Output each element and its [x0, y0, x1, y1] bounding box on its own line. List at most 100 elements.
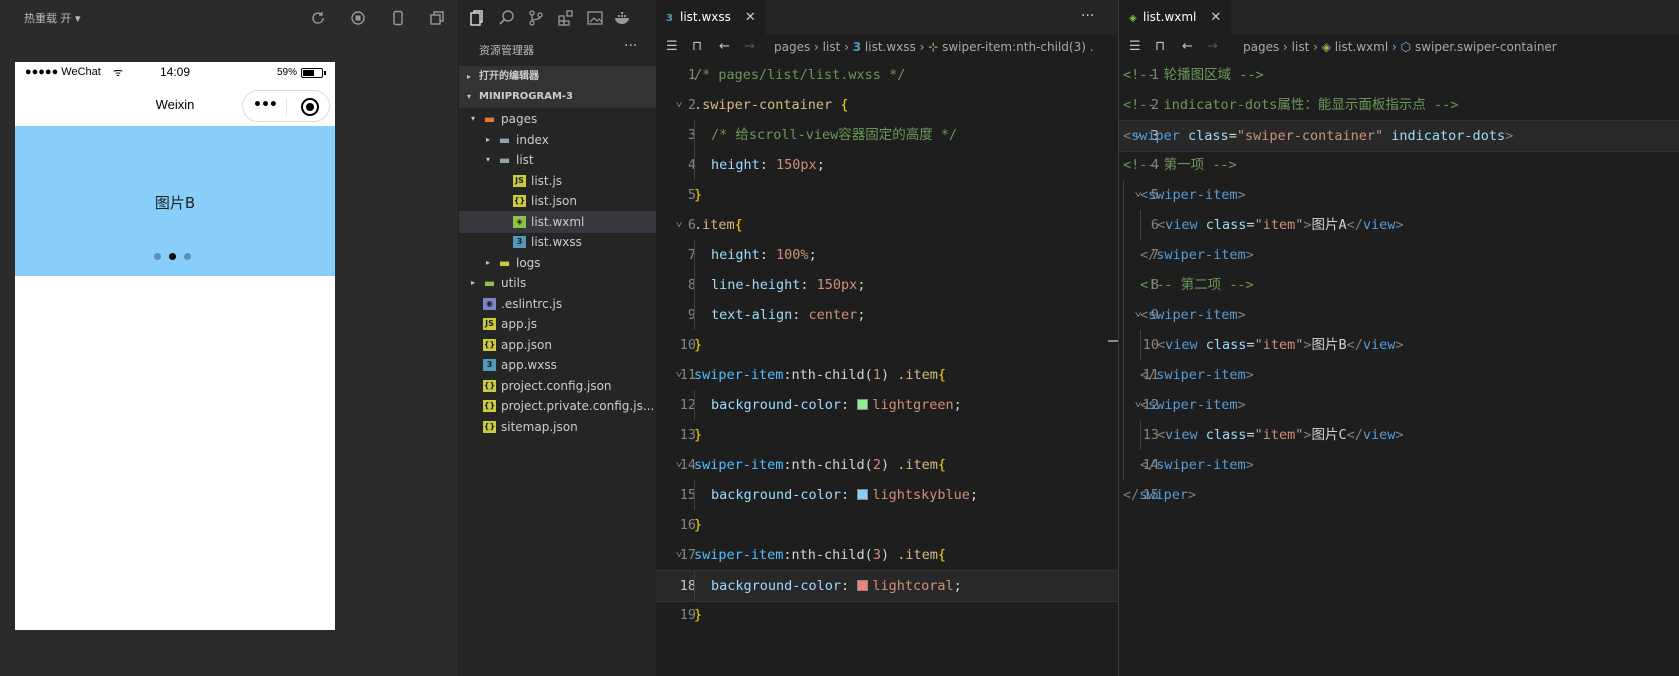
fold-chevron-icon[interactable]: ˅ [676, 210, 682, 240]
code-line[interactable]: 12 background-color: lightgreen; [656, 390, 1118, 422]
code-line[interactable]: 18 background-color: lightcoral; [656, 570, 1118, 602]
chevron-right-icon[interactable]: ▸ [486, 252, 490, 274]
breadcrumb-item[interactable]: swiper-item:nth-child(3) . [942, 40, 1093, 54]
extensions-icon[interactable] [557, 9, 575, 27]
tab-list-wxml[interactable]: ◈ list.wxml ✕ [1119, 0, 1232, 35]
forward-arrow-icon[interactable]: → [744, 35, 755, 59]
tree-item[interactable]: ▾ ▬ pages [459, 108, 656, 130]
hot-reload-toggle[interactable]: 热重载 开 ▾ [24, 10, 81, 26]
code-line[interactable]: 7 height: 100%; [656, 240, 1118, 272]
chevron-down-icon[interactable]: ▾ [471, 108, 475, 130]
more-icon[interactable]: ••• [253, 97, 278, 113]
explorer-more-button[interactable]: ··· [624, 38, 637, 54]
project-section[interactable]: ▾ MINIPROGRAM-3 [459, 86, 656, 108]
breadcrumb-item[interactable]: swiper.swiper-container [1415, 40, 1557, 54]
fold-chevron-icon[interactable]: ˅ [676, 450, 682, 480]
tree-item[interactable]: JS list.js [459, 170, 656, 192]
breadcrumb-item[interactable]: list.wxml [1335, 40, 1388, 54]
code-line[interactable]: 15 </swiper> [1119, 480, 1679, 512]
files-icon[interactable] [468, 9, 486, 27]
code-line[interactable]: 10 <view class="item">图片B</view> [1119, 330, 1679, 362]
code-line[interactable]: 4 height: 150px; [656, 150, 1118, 182]
breadcrumb-item[interactable]: pages [774, 40, 810, 54]
bookmark-icon[interactable]: ⊓ [692, 35, 702, 59]
code-line[interactable]: 2 <!-- indicator-dots属性：能显示面板指示点 --> [1119, 90, 1679, 122]
code-line[interactable]: 2 ˅ .swiper-container { [656, 90, 1118, 122]
code-line[interactable]: 5 ˅ <swiper-item> [1119, 180, 1679, 212]
docker-icon[interactable] [614, 9, 632, 27]
tree-item[interactable]: ▸ ▬ utils [459, 272, 656, 294]
outline-icon[interactable]: ☰ [1129, 35, 1141, 59]
code-line[interactable]: 6 ˅ .item{ [656, 210, 1118, 242]
bookmark-icon[interactable]: ⊓ [1155, 35, 1165, 59]
source-control-icon[interactable] [527, 9, 545, 27]
code-line[interactable]: 13 <view class="item">图片C</view> [1119, 420, 1679, 452]
scrollbar[interactable] [1108, 60, 1118, 676]
code-line[interactable]: 12 ˅ <swiper-item> [1119, 390, 1679, 422]
tree-item[interactable]: ◈ list.wxml [459, 210, 656, 233]
code-line[interactable]: 3 /* 给scroll-view容器固定的高度 */ [656, 120, 1118, 152]
tree-item[interactable]: 3 list.wxss [459, 231, 656, 253]
fold-chevron-icon[interactable]: ˅ [676, 540, 682, 570]
code-line[interactable]: 13} [656, 420, 1118, 452]
tree-item[interactable]: ▸ ▬ index [459, 129, 656, 151]
code-line[interactable]: 4 <!-- 第一项 --> [1119, 150, 1679, 182]
open-editors-section[interactable]: ▸ 打开的编辑器 [459, 66, 656, 88]
back-arrow-icon[interactable]: ← [1182, 35, 1193, 59]
chevron-right-icon[interactable]: ▸ [486, 129, 490, 151]
forward-arrow-icon[interactable]: → [1207, 35, 1218, 59]
code-line[interactable]: 19} [656, 600, 1118, 632]
more-actions-button[interactable]: ··· [1081, 8, 1094, 24]
code-line[interactable]: 14 ˅ swiper-item:nth-child(2) .item{ [656, 450, 1118, 482]
tree-item[interactable]: ▾ ▬ list [459, 149, 656, 171]
code-line[interactable]: 1 <!-- 轮播图区域 --> [1119, 60, 1679, 92]
outline-icon[interactable]: ☰ [666, 35, 678, 59]
window-icon[interactable] [429, 10, 445, 26]
breadcrumb-item[interactable]: pages [1243, 40, 1279, 54]
swiper-container[interactable]: 图片B [15, 126, 335, 276]
tree-item[interactable]: {} app.json [459, 334, 656, 356]
stop-icon[interactable] [350, 10, 366, 26]
code-line[interactable]: 17 ˅ swiper-item:nth-child(3) .item{ [656, 540, 1118, 572]
tree-item[interactable]: ◉ .eslintrc.js [459, 293, 656, 315]
breadcrumb-item[interactable]: list [823, 40, 841, 54]
code-line[interactable]: 8 line-height: 150px; [656, 270, 1118, 302]
code-line[interactable]: 11 ˅ swiper-item:nth-child(1) .item{ [656, 360, 1118, 392]
color-swatch[interactable] [857, 399, 869, 410]
color-swatch[interactable] [857, 580, 869, 591]
fold-chevron-icon[interactable]: ˅ [676, 90, 682, 120]
code-line[interactable]: 10} [656, 330, 1118, 362]
code-line[interactable]: 7 </swiper-item> [1119, 240, 1679, 272]
tree-item[interactable]: {} sitemap.json [459, 416, 656, 438]
code-line[interactable]: 11 </swiper-item> [1119, 360, 1679, 392]
tree-item[interactable]: ▸ ▬ logs [459, 252, 656, 274]
tree-item[interactable]: 3 app.wxss [459, 354, 656, 376]
code-line[interactable]: 15 background-color: lightskyblue; [656, 480, 1118, 512]
fold-chevron-icon[interactable]: ˅ [676, 360, 682, 390]
close-miniprogram-icon[interactable] [301, 98, 319, 116]
code-line[interactable]: 5} [656, 180, 1118, 212]
chevron-down-icon[interactable]: ▾ [486, 149, 490, 171]
menu-capsule[interactable]: ••• [242, 90, 330, 122]
breadcrumb-item[interactable]: list.wxss [865, 40, 916, 54]
code-line[interactable]: 9 ˅ <swiper-item> [1119, 300, 1679, 332]
code-line[interactable]: 8 <!-- 第二项 --> [1119, 270, 1679, 302]
refresh-icon[interactable] [310, 10, 326, 26]
chevron-right-icon[interactable]: ▸ [471, 272, 475, 294]
device-icon[interactable] [390, 10, 406, 26]
image-icon[interactable] [586, 9, 604, 27]
back-arrow-icon[interactable]: ← [719, 35, 730, 59]
code-line[interactable]: 6 <view class="item">图片A</view> [1119, 210, 1679, 242]
close-icon[interactable]: ✕ [1210, 10, 1221, 25]
breadcrumb-item[interactable]: list [1292, 40, 1310, 54]
tab-list-wxss[interactable]: 3 list.wxss ✕ [656, 0, 766, 35]
code-line[interactable]: 1/* pages/list/list.wxss */ [656, 60, 1118, 92]
tree-item[interactable]: {} project.config.json [459, 375, 656, 397]
code-line[interactable]: 16} [656, 510, 1118, 542]
color-swatch[interactable] [857, 489, 869, 500]
search-icon[interactable] [498, 9, 516, 27]
code-line[interactable]: 9 text-align: center; [656, 300, 1118, 332]
close-icon[interactable]: ✕ [745, 10, 756, 25]
tree-item[interactable]: {} project.private.config.js... [459, 395, 656, 417]
code-line[interactable]: 14 </swiper-item> [1119, 450, 1679, 482]
